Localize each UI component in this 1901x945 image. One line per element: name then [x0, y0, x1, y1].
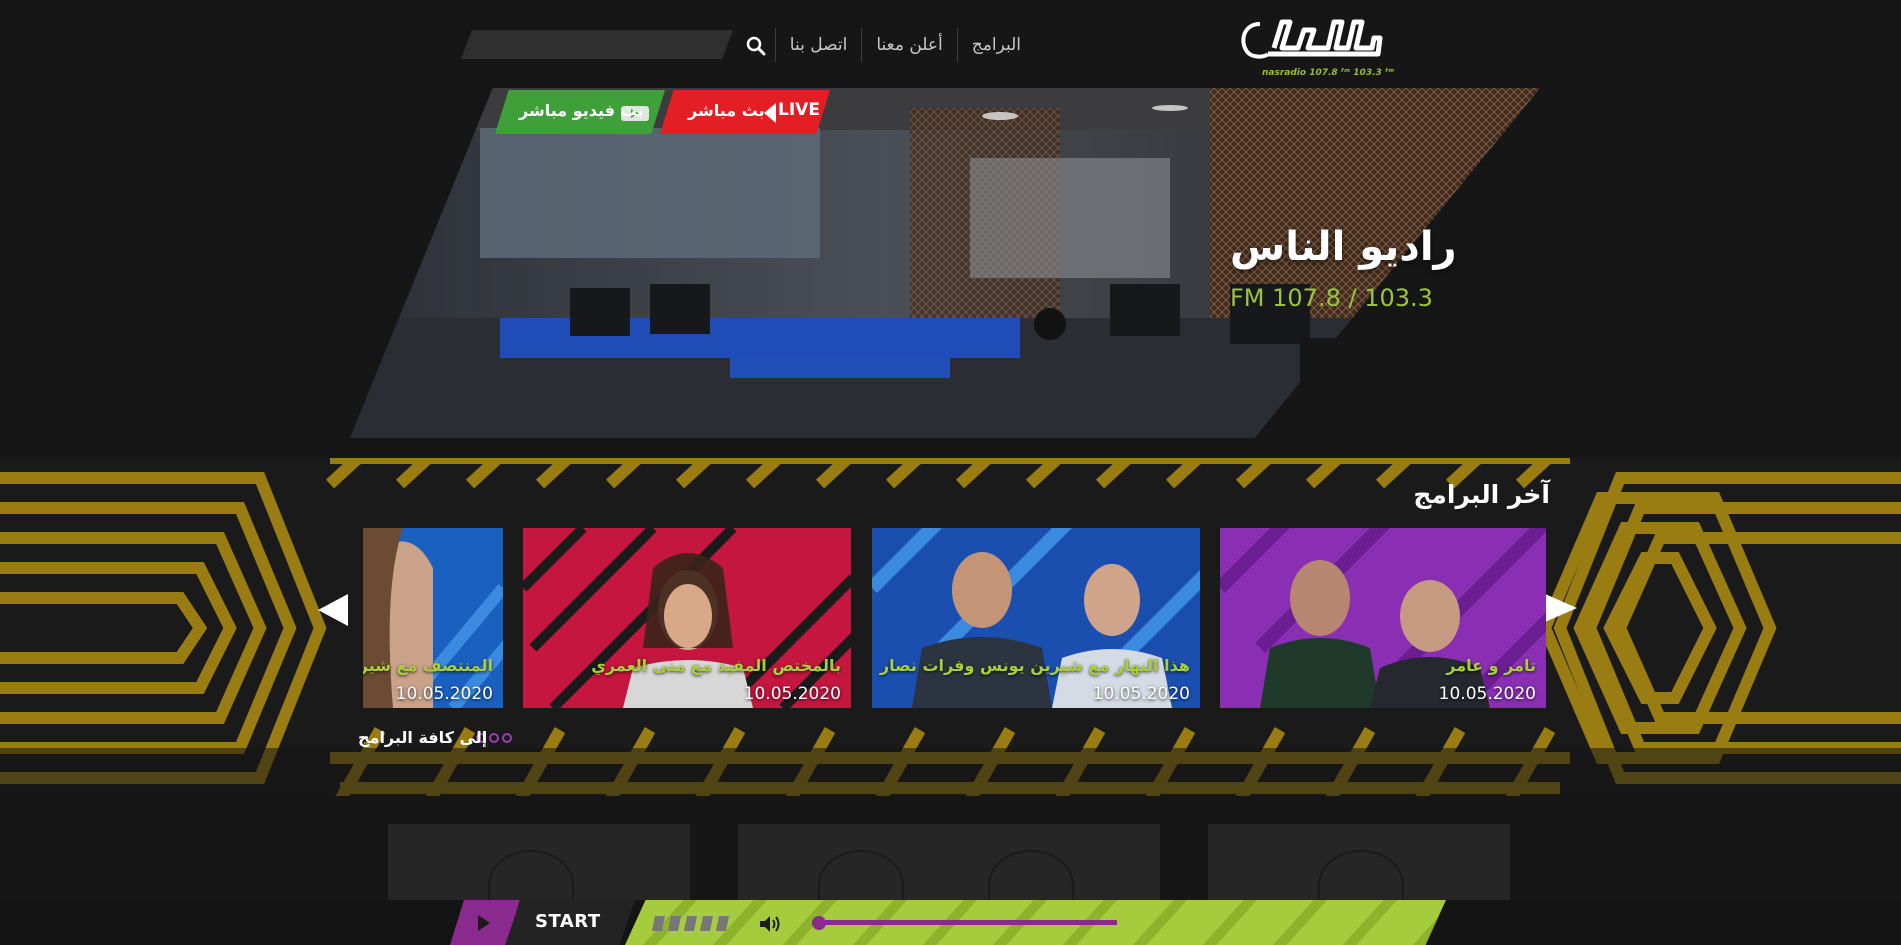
- nasradio-logo[interactable]: nasradio 107.8 ᶠᵐ 103.3 ᶠᵐ: [1238, 18, 1394, 82]
- program-card[interactable]: بالمختص المفيد مع منى العمري 10.05.2020: [523, 528, 851, 708]
- search-button[interactable]: [740, 32, 772, 60]
- hero-title: راديو الناس: [1230, 224, 1457, 270]
- play-icon: [478, 915, 490, 931]
- live-stream-button[interactable]: LIVE بث مباشر: [660, 90, 830, 134]
- speaker-icon: [764, 103, 776, 123]
- program-card-image: [872, 528, 1200, 708]
- search-icon: [746, 36, 766, 56]
- volume-track: [812, 920, 1117, 925]
- nav-advertise[interactable]: أعلن معنا: [861, 28, 956, 62]
- program-card[interactable]: هذا النهار مع شيرين يونس وفرات نصار 10.0…: [872, 528, 1200, 708]
- site-header: nasradio 107.8 ᶠᵐ 103.3 ᶠᵐ البرامج أعلن …: [0, 0, 1901, 90]
- volume-knob[interactable]: [812, 916, 826, 930]
- program-card-date: 10.05.2020: [743, 684, 841, 704]
- start-button[interactable]: START: [505, 900, 635, 945]
- latest-programs-title: آخر البرامج: [1413, 480, 1550, 509]
- nav-programs[interactable]: البرامج: [956, 28, 1035, 62]
- presenter-preview[interactable]: [738, 824, 1160, 920]
- program-card-title: هذا النهار مع شيرين يونس وفرات نصار: [879, 656, 1190, 675]
- hero-frequency: FM 107.8 / 103.3: [1230, 284, 1433, 312]
- program-card-date: 10.05.2020: [395, 684, 493, 704]
- program-card[interactable]: تامر و عامر 10.05.2020: [1220, 528, 1546, 708]
- start-label: START: [535, 911, 601, 932]
- video-badge-label: بث فيديو مباشر: [519, 101, 644, 120]
- presenter-preview[interactable]: [388, 824, 690, 920]
- program-card-title: تامر و عامر: [1446, 656, 1536, 675]
- logo-caption: nasradio 107.8 ᶠᵐ 103.3 ᶠᵐ: [1262, 68, 1395, 78]
- carousel-prev-arrow[interactable]: [318, 594, 348, 626]
- live-video-button[interactable]: بث فيديو مباشر: [495, 90, 665, 134]
- hero-banner: بث فيديو مباشر LIVE بث مباشر راديو الناس…: [350, 88, 1540, 438]
- carousel-next-arrow[interactable]: [1545, 594, 1577, 622]
- live-badge-label: بث مباشر: [688, 101, 765, 120]
- all-programs-link[interactable]: إلى كافة البرامج: [358, 728, 487, 747]
- program-card-title: المنتصف مع شيرين: [363, 656, 493, 675]
- volume-icon[interactable]: [758, 914, 784, 934]
- nav-contact[interactable]: اتصل بنا: [774, 28, 862, 62]
- presenter-preview[interactable]: [1208, 824, 1510, 920]
- live-label: LIVE: [778, 100, 820, 120]
- program-card-date: 10.05.2020: [1092, 684, 1190, 704]
- volume-slider[interactable]: [812, 916, 1117, 930]
- program-card-title: بالمختص المفيد مع منى العمري: [591, 656, 841, 675]
- main-nav: البرامج أعلن معنا اتصل بنا: [774, 28, 1035, 62]
- program-card-date: 10.05.2020: [1438, 684, 1536, 704]
- program-card[interactable]: المنتصف مع شيرين 10.05.2020: [363, 528, 503, 708]
- program-card-image: [523, 528, 851, 708]
- program-card-image: [363, 528, 503, 708]
- search-input[interactable]: [461, 30, 733, 59]
- program-card-image: [1220, 528, 1546, 708]
